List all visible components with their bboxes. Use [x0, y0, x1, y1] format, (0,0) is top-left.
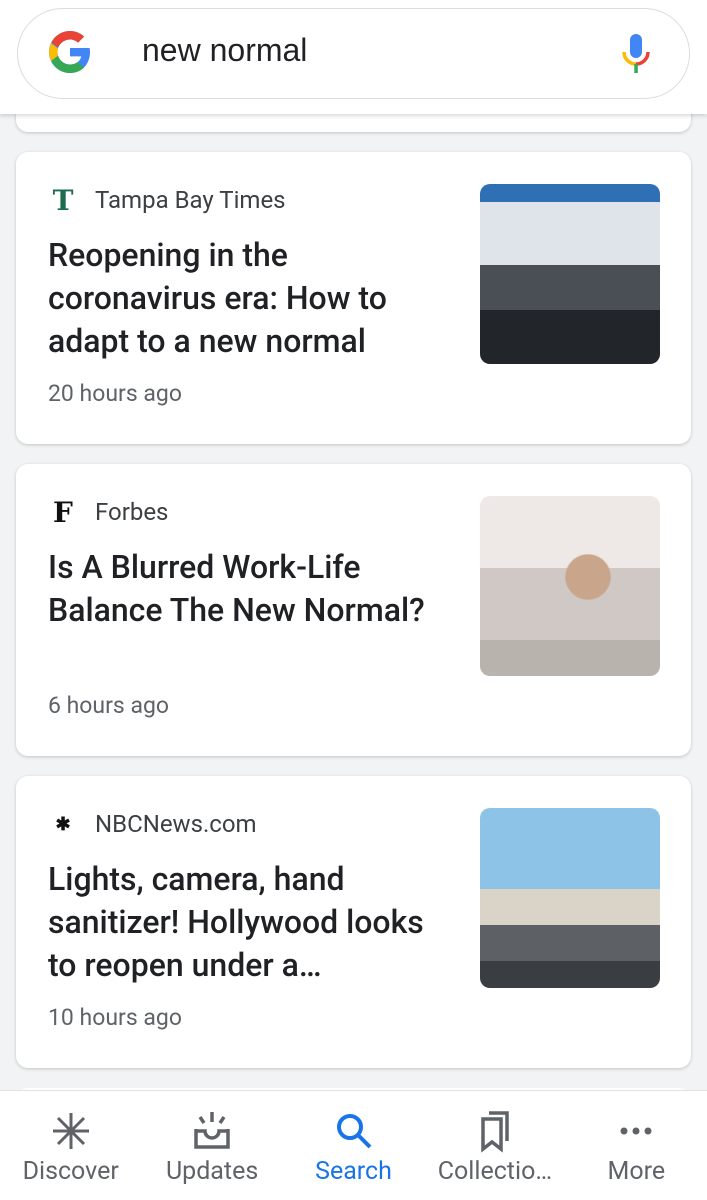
search-box[interactable]	[17, 8, 690, 99]
nbc-peacock-icon: ✱	[55, 813, 71, 835]
nav-label: More	[607, 1157, 666, 1186]
news-card[interactable]: F Forbes Is A Blurred Work-Life Balance T…	[16, 464, 691, 756]
forbes-logo-icon: F	[53, 495, 73, 529]
news-card[interactable]: T Tampa Bay Times Reopening in the corona…	[16, 152, 691, 444]
more-icon	[620, 1127, 652, 1135]
nav-label: Collectio…	[437, 1157, 553, 1186]
article-title[interactable]: Lights, camera, hand sanitizer! Hollywoo…	[48, 858, 438, 987]
article-time: 10 hours ago	[48, 1004, 182, 1031]
article-title[interactable]: Is A Blurred Work-Life Balance The New N…	[48, 546, 438, 632]
nav-updates[interactable]: Updates	[141, 1091, 282, 1200]
google-g-icon	[49, 31, 90, 73]
source-name: NBCNews.com	[95, 810, 257, 838]
nav-collections[interactable]: Collectio…	[424, 1091, 565, 1200]
source-name: Forbes	[95, 498, 169, 526]
tampa-bay-times-logo-icon: T	[52, 183, 74, 217]
search-icon	[336, 1114, 371, 1149]
article-time: 20 hours ago	[48, 380, 182, 407]
news-card[interactable]: ✱ NBCNews.com Lights, camera, hand saniti…	[16, 776, 691, 1068]
article-title[interactable]: Reopening in the coronavirus era: How to…	[48, 234, 438, 363]
nav-label: Discover	[22, 1157, 119, 1186]
inbox-icon	[194, 1112, 230, 1149]
search-query[interactable]: new normal	[142, 32, 307, 69]
article-thumbnail[interactable]	[480, 808, 660, 988]
nav-more[interactable]: More	[566, 1091, 707, 1200]
source-name: Tampa Bay Times	[95, 186, 286, 214]
bookmarks-icon	[481, 1111, 509, 1153]
article-thumbnail[interactable]	[480, 496, 660, 676]
nav-discover[interactable]: Discover	[0, 1091, 141, 1200]
top-bar: new normal	[0, 0, 707, 114]
nav-search[interactable]: Search	[283, 1091, 424, 1200]
article-thumbnail[interactable]	[480, 184, 660, 364]
mic-icon[interactable]	[620, 32, 652, 76]
asterisk-icon	[52, 1113, 89, 1149]
article-time: 6 hours ago	[48, 692, 170, 719]
nav-label: Updates	[165, 1157, 259, 1186]
nav-label: Search	[315, 1157, 392, 1186]
bottom-nav: Discover Updates Search Collectio… More	[0, 1090, 707, 1200]
